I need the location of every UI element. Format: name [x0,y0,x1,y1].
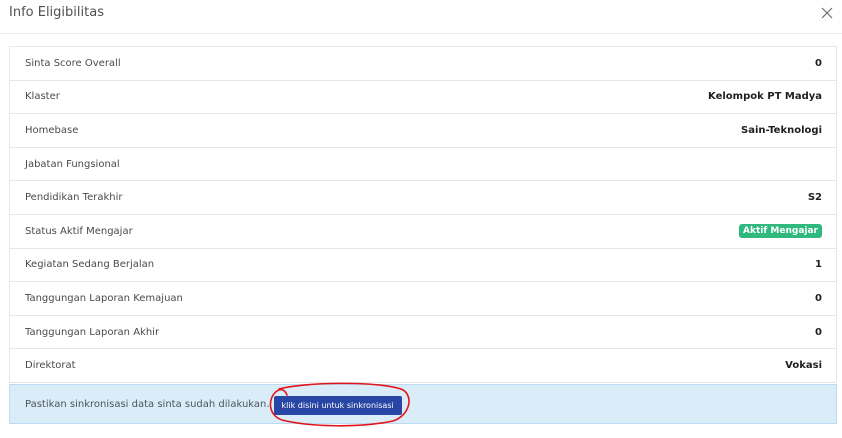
row-label: Pendidikan Terakhir [25,192,123,204]
row-value: 0 [815,57,822,69]
row-label: Tanggungan Laporan Kemajuan [25,292,183,304]
row-label: Homebase [25,124,79,136]
table-row: Pendidikan Terakhir S2 [10,181,836,215]
row-label: Direktorat [25,360,76,372]
status-badge: Aktif Mengajar [739,224,822,239]
row-value: S2 [807,192,822,204]
row-value: 0 [815,326,822,338]
row-label: Kegiatan Sedang Berjalan [25,259,155,271]
row-label: Status Aktif Mengajar [25,225,133,237]
table-row: Tanggungan Laporan Kemajuan 0 [10,282,836,316]
modal-title: Info Eligibilitas [9,5,104,20]
sync-button-wrapper: klik disini untuk sinkronisasi [269,382,410,427]
table-row: Tanggungan Laporan Akhir 0 [10,316,836,350]
row-label: Jabatan Fungsional [25,158,120,170]
table-row: Kegiatan Sedang Berjalan 1 [10,249,836,283]
row-value: 0 [815,292,822,304]
sync-alert: Pastikan sinkronisasi data sinta sudah d… [9,382,837,427]
row-label: Tanggungan Laporan Akhir [25,326,160,338]
row-value: Kelompok PT Madya [708,91,822,103]
table-row: Direktorat Vokasi [10,349,836,383]
eligibility-modal: Info Eligibilitas Sinta Score Overall 0 … [0,0,842,438]
close-icon [821,7,833,19]
row-value: Sain-Teknologi [741,124,822,136]
row-value: 1 [815,259,822,271]
row-value: Vokasi [785,360,822,372]
row-label: Sinta Score Overall [25,57,121,69]
table-row: Status Aktif Mengajar Aktif Mengajar [10,215,836,249]
row-label: Klaster [25,91,60,103]
table-row: Homebase Sain-Teknologi [10,114,836,148]
alert-text: Pastikan sinkronisasi data sinta sudah d… [25,398,270,410]
eligibility-table: Sinta Score Overall 0 Klaster Kelompok P… [9,46,837,383]
table-row: Sinta Score Overall 0 [10,47,836,81]
table-row: Klaster Kelompok PT Madya [10,81,836,115]
modal-header: Info Eligibilitas [0,0,842,34]
table-row: Jabatan Fungsional [10,148,836,182]
close-button[interactable] [816,2,838,24]
sync-button[interactable]: klik disini untuk sinkronisasi [273,396,402,415]
